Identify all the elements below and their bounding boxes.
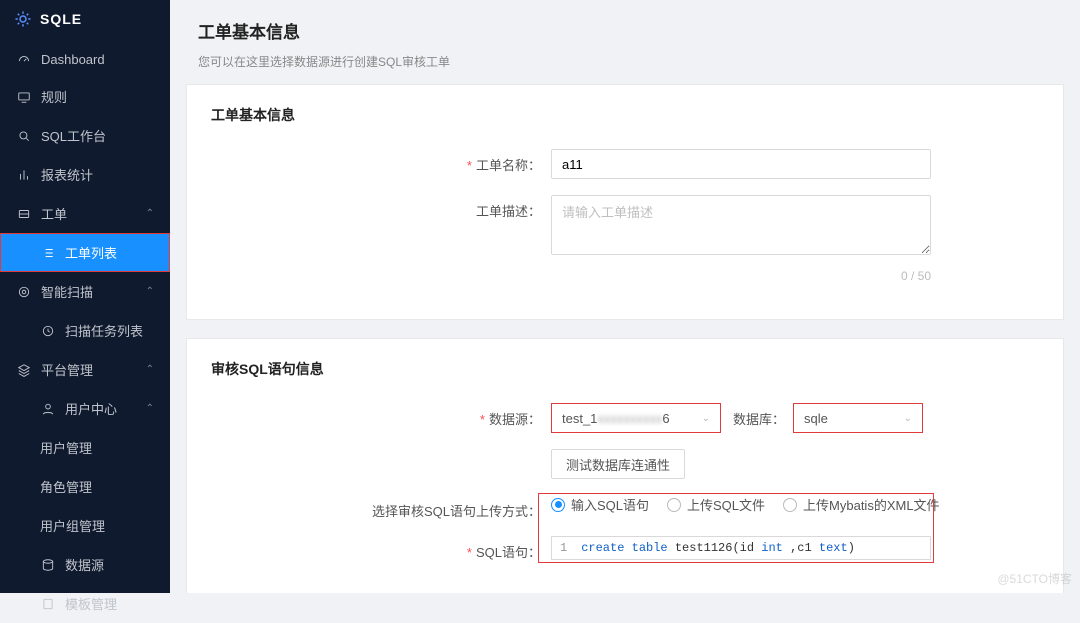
radio-input-sql[interactable]: 输入SQL语句 xyxy=(551,495,649,514)
datasource-value: test_1xxxxxxxxxx6 xyxy=(562,411,696,426)
row-workorder-desc: 工单描述： 0 / 50 xyxy=(211,195,1039,283)
radio-upload-mybatis-xml[interactable]: 上传Mybatis的XML文件 xyxy=(783,495,940,514)
card-title: 工单基本信息 xyxy=(211,105,1039,125)
page-title: 工单基本信息 xyxy=(198,18,1052,43)
database-icon xyxy=(40,557,55,572)
row-workorder-name: *工单名称： xyxy=(211,149,1039,179)
card-title: 审核SQL语句信息 xyxy=(211,359,1039,379)
desc-char-counter: 0 / 50 xyxy=(551,269,931,283)
target-icon xyxy=(16,284,31,299)
sidebar-item-usergroup-mgmt[interactable]: 用户组管理 xyxy=(0,506,170,545)
database-select[interactable]: sqle ⌄ xyxy=(793,403,923,433)
monitor-icon xyxy=(16,89,31,104)
workorder-desc-label: 工单描述： xyxy=(211,195,551,220)
main-menu: Dashboard 规则 SQL工作台 报表统计 工单 ⌃ xyxy=(0,42,170,623)
sidebar-item-label: 数据源 xyxy=(65,555,104,574)
chevron-up-icon: ⌃ xyxy=(146,364,154,375)
radio-dot-icon xyxy=(667,498,681,512)
page-subtitle: 您可以在这里选择数据源进行创建SQL审核工单 xyxy=(198,53,1052,70)
datasource-select[interactable]: test_1xxxxxxxxxx6 ⌄ xyxy=(551,403,721,433)
sidebar-item-sql-workbench[interactable]: SQL工作台 xyxy=(0,116,170,155)
bar-chart-icon xyxy=(16,167,31,182)
sidebar-item-reports[interactable]: 报表统计 xyxy=(0,155,170,194)
main-content: 工单基本信息 您可以在这里选择数据源进行创建SQL审核工单 工单基本信息 *工单… xyxy=(170,0,1080,593)
sidebar-item-workorder-list[interactable]: 工单列表 xyxy=(0,233,170,272)
sidebar-item-label: 模板管理 xyxy=(65,594,117,613)
sidebar-item-label: 扫描任务列表 xyxy=(65,321,143,340)
sidebar-item-rules[interactable]: 规则 xyxy=(0,77,170,116)
radio-dot-icon xyxy=(551,498,565,512)
ticket-icon xyxy=(16,206,31,221)
sql-editor[interactable]: 1 create table test1126(id int ,c1 text) xyxy=(551,536,931,560)
sidebar-item-platform[interactable]: 平台管理 ⌃ xyxy=(0,350,170,389)
sql-code: create table test1126(id int ,c1 text) xyxy=(581,541,855,555)
sidebar-item-template-mgmt[interactable]: 模板管理 xyxy=(0,584,170,623)
chevron-down-icon: ⌄ xyxy=(904,413,912,424)
sidebar-item-label: 报表统计 xyxy=(41,165,93,184)
chevron-up-icon: ⌃ xyxy=(146,208,154,219)
sidebar-item-user-center[interactable]: 用户中心 ⌃ xyxy=(0,389,170,428)
sidebar-item-smart-scan[interactable]: 智能扫描 ⌃ xyxy=(0,272,170,311)
sidebar-item-label: Dashboard xyxy=(41,52,105,67)
sidebar-item-label: 用户组管理 xyxy=(40,516,105,535)
chevron-down-icon: ⌄ xyxy=(702,413,710,424)
list-icon xyxy=(40,245,55,260)
app-logo: SQLE xyxy=(0,0,170,42)
sidebar-item-workorder[interactable]: 工单 ⌃ xyxy=(0,194,170,233)
sidebar-item-datasource[interactable]: 数据源 xyxy=(0,545,170,584)
search-icon xyxy=(16,128,31,143)
card-basic-info: 工单基本信息 *工单名称： 工单描述： 0 / 50 xyxy=(186,84,1064,320)
sidebar-item-label: 工单列表 xyxy=(65,243,117,262)
sidebar-item-dashboard[interactable]: Dashboard xyxy=(0,42,170,77)
workorder-name-input[interactable] xyxy=(551,149,931,179)
workorder-desc-textarea[interactable] xyxy=(551,195,931,255)
sidebar-item-label: 用户中心 xyxy=(65,399,117,418)
upload-method-label: 选择审核SQL语句上传方式： xyxy=(211,495,551,520)
sidebar-item-user-mgmt[interactable]: 用户管理 xyxy=(0,428,170,467)
sidebar-item-label: 智能扫描 xyxy=(41,282,93,301)
line-number: 1 xyxy=(560,541,567,555)
radio-dot-icon xyxy=(783,498,797,512)
chevron-up-icon: ⌃ xyxy=(146,286,154,297)
sql-statement-label: *SQL语句： xyxy=(211,536,551,561)
user-icon xyxy=(40,401,55,416)
row-sql-statement: *SQL语句： 1 create table test1126(id int ,c… xyxy=(211,536,1039,561)
file-icon xyxy=(40,596,55,611)
row-upload-method: 选择审核SQL语句上传方式： 输入SQL语句 上传SQL文件 上传Mybatis… xyxy=(211,495,1039,520)
app-name: SQLE xyxy=(40,11,82,27)
gauge-icon xyxy=(16,52,31,67)
chevron-up-icon: ⌃ xyxy=(146,403,154,414)
test-connection-button[interactable]: 测试数据库连通性 xyxy=(551,449,685,479)
card-sql-info: 审核SQL语句信息 *数据源： test_1xxxxxxxxxx6 ⌄ 数据库：… xyxy=(186,338,1064,593)
sidebar-item-label: 平台管理 xyxy=(41,360,93,379)
sidebar-item-scan-tasks[interactable]: 扫描任务列表 xyxy=(0,311,170,350)
layers-icon xyxy=(16,362,31,377)
sidebar: SQLE Dashboard 规则 SQL工作台 报表统计 工单 xyxy=(0,0,170,593)
sidebar-item-label: 规则 xyxy=(41,87,67,106)
page-header: 工单基本信息 您可以在这里选择数据源进行创建SQL审核工单 xyxy=(170,0,1080,84)
watermark: @51CTO博客 xyxy=(997,570,1072,587)
database-value: sqle xyxy=(804,411,898,426)
database-label: 数据库： xyxy=(733,409,785,428)
sidebar-item-role-mgmt[interactable]: 角色管理 xyxy=(0,467,170,506)
workorder-name-label: *工单名称： xyxy=(211,149,551,174)
radio-upload-sql-file[interactable]: 上传SQL文件 xyxy=(667,495,765,514)
sidebar-item-label: 角色管理 xyxy=(40,477,92,496)
datasource-label: *数据源： xyxy=(211,403,551,428)
sidebar-item-label: 用户管理 xyxy=(40,438,92,457)
clock-icon xyxy=(40,323,55,338)
sidebar-item-label: 工单 xyxy=(41,204,67,223)
row-datasource: *数据源： test_1xxxxxxxxxx6 ⌄ 数据库： sqle ⌄ xyxy=(211,403,1039,433)
sidebar-item-label: SQL工作台 xyxy=(41,126,106,145)
row-test-conn: 测试数据库连通性 xyxy=(211,449,1039,479)
